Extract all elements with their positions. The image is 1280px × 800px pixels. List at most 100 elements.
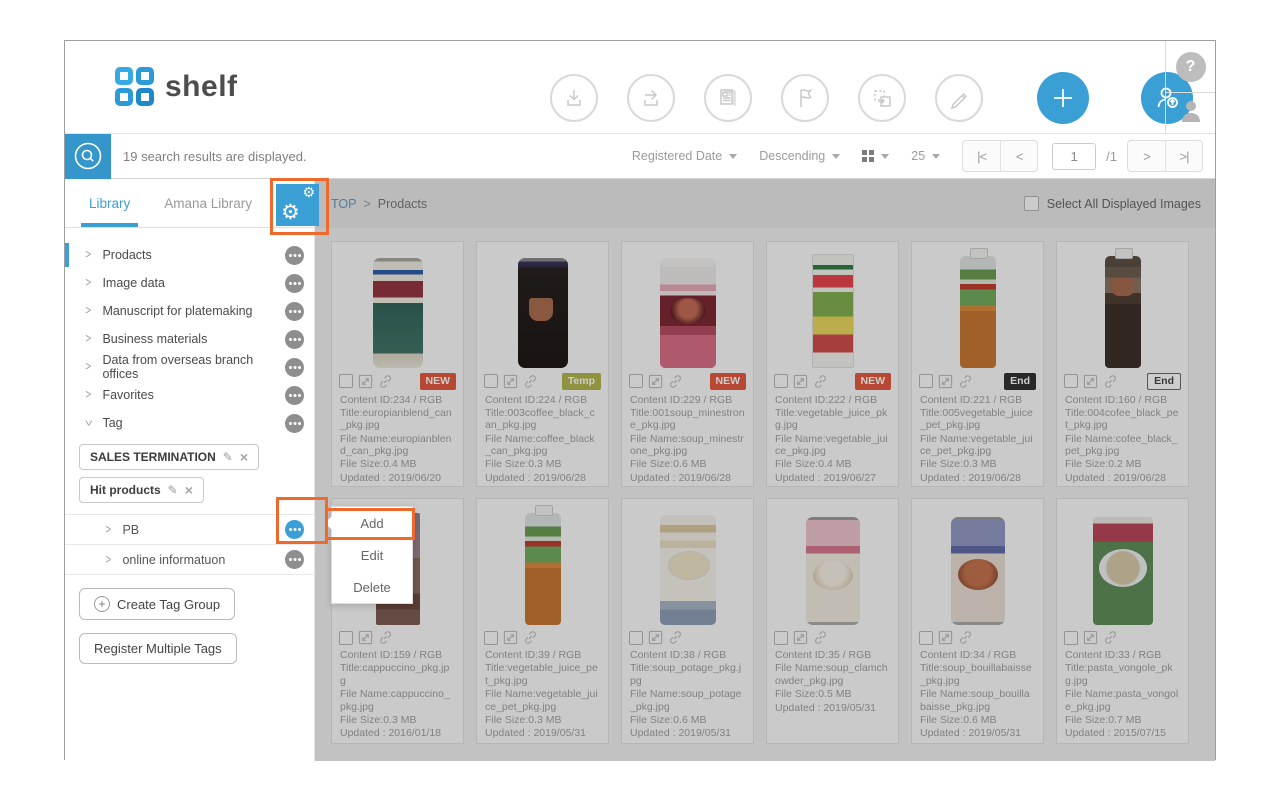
sidebar-tabs: Library Amana Library ⚙⚙	[65, 179, 314, 228]
create-tag-group-button[interactable]: + Create Tag Group	[79, 588, 235, 620]
chevron-right-icon: >	[85, 332, 91, 346]
sidebar: Library Amana Library ⚙⚙ > Prodacts	[65, 179, 315, 761]
logo-text: shelf	[165, 70, 238, 104]
remove-tag-icon[interactable]: ×	[240, 450, 248, 464]
dim-overlay	[315, 179, 1215, 761]
context-menu-item[interactable]: Delete	[332, 571, 412, 603]
context-menu-item[interactable]: Edit	[332, 539, 412, 571]
tag-chip[interactable]: Hit products ✎ ×	[79, 477, 204, 503]
results-count: 19 search results are displayed.	[123, 149, 307, 164]
sidebar-tab[interactable]: Amana Library	[164, 179, 252, 227]
chevron-down-icon: >	[81, 420, 95, 426]
sidebar-folder-item[interactable]: > Image data	[65, 269, 314, 297]
download-icon[interactable]	[550, 74, 598, 122]
sidebar-tab[interactable]: Library	[89, 179, 130, 227]
sort-order-dropdown[interactable]: Descending	[759, 149, 840, 163]
chevron-right-icon: >	[105, 552, 111, 566]
list-controls: Registered Date Descending 25 |< < /1 > …	[632, 140, 1215, 172]
header-toolbar	[550, 72, 1193, 124]
settings-gear-button[interactable]: ⚙⚙	[276, 184, 319, 226]
app-logo[interactable]: shelf	[115, 67, 238, 107]
sidebar-folder-item[interactable]: > Favorites	[65, 381, 314, 409]
edit-tag-icon[interactable]: ✎	[223, 450, 233, 464]
item-options-button[interactable]	[285, 358, 304, 377]
folder-label: Manuscript for platemaking	[102, 304, 252, 318]
sidebar-tag-group[interactable]: > Tag	[65, 409, 314, 437]
tag-chip-list: SALES TERMINATION ✎ × Hit products ✎ ×	[65, 437, 314, 514]
sort-field-dropdown[interactable]: Registered Date	[632, 149, 737, 163]
news-documents-icon[interactable]	[704, 74, 752, 122]
next-page-button[interactable]: >	[1128, 141, 1165, 171]
sidebar-folder-item[interactable]: > Business materials	[65, 325, 314, 353]
page-total: /1	[1106, 149, 1117, 164]
tag-options-button[interactable]	[285, 520, 304, 539]
item-options-button[interactable]	[285, 246, 304, 265]
export-icon[interactable]	[627, 74, 675, 122]
chevron-right-icon: >	[85, 248, 91, 262]
app-window: shelf	[64, 40, 1216, 760]
pagination: |< < /1 > >|	[962, 140, 1203, 172]
chevron-down-icon	[932, 154, 940, 163]
tag-subgroup-list: > PB > online informatuon	[65, 514, 314, 575]
context-menu-item[interactable]: Add	[332, 507, 412, 539]
folder-label: Prodacts	[102, 248, 151, 262]
grid-view-icon	[862, 150, 874, 162]
page: shelf	[0, 0, 1280, 800]
tag-options-button[interactable]	[285, 550, 304, 569]
view-mode-dropdown[interactable]	[862, 150, 889, 163]
tag-subgroup-label: online informatuon	[122, 553, 225, 567]
item-options-button[interactable]	[285, 330, 304, 349]
last-page-button[interactable]: >|	[1165, 141, 1202, 171]
chevron-right-icon: >	[85, 304, 91, 318]
tag-subgroup-label: PB	[122, 523, 139, 537]
chevron-down-icon	[729, 154, 737, 163]
tag-chip-label: Hit products	[90, 483, 161, 497]
edit-tag-icon[interactable]: ✎	[168, 483, 178, 497]
search-icon[interactable]	[65, 134, 111, 179]
content-area: TOP>Prodacts Select All Displayed Images	[315, 179, 1215, 761]
sidebar-folder-item[interactable]: > Data from overseas branch offices	[65, 353, 314, 381]
remove-tag-icon[interactable]: ×	[185, 483, 193, 497]
account-icon[interactable]	[1179, 98, 1203, 129]
item-options-button[interactable]	[285, 302, 304, 321]
add-button[interactable]	[1037, 72, 1089, 124]
page-size-dropdown[interactable]: 25	[911, 149, 940, 163]
register-multiple-tags-button[interactable]: Register Multiple Tags	[79, 633, 237, 664]
tag-chip[interactable]: SALES TERMINATION ✎ ×	[79, 444, 259, 470]
tag-group-label: Tag	[102, 416, 122, 430]
header-side-panel: ?	[1165, 41, 1215, 134]
chevron-right-icon: >	[85, 276, 91, 290]
item-options-button[interactable]	[285, 274, 304, 293]
chevron-right-icon: >	[85, 388, 91, 402]
tag-subgroup-row[interactable]: > PB	[65, 515, 314, 545]
prev-page-button[interactable]: <	[1000, 141, 1037, 171]
folder-label: Data from overseas branch offices	[102, 353, 285, 381]
plus-circle-icon: +	[94, 596, 110, 612]
menu-pointer-arrow	[325, 516, 332, 530]
page-number-input[interactable]	[1052, 143, 1096, 170]
sidebar-folder-item[interactable]: > Prodacts	[65, 241, 314, 269]
chevron-down-icon	[881, 154, 889, 163]
folder-label: Image data	[102, 276, 165, 290]
library-tree: > Prodacts > Image data > Manuscript for…	[65, 228, 314, 409]
edit-pencil-icon[interactable]	[935, 74, 983, 122]
flag-icon[interactable]	[781, 74, 829, 122]
help-button[interactable]: ?	[1176, 52, 1206, 82]
help-label: ?	[1186, 58, 1196, 76]
item-options-button[interactable]	[285, 386, 304, 405]
tag-subgroup-row[interactable]: > online informatuon	[65, 545, 314, 575]
gears-icon: ⚙⚙	[276, 184, 319, 226]
folder-label: Business materials	[102, 332, 207, 346]
duplicate-icon[interactable]	[858, 74, 906, 122]
context-menu: Add Edit Delete	[331, 506, 413, 604]
tag-group-options-button[interactable]	[285, 414, 304, 433]
shelf-logo-icon	[115, 67, 155, 107]
chevron-right-icon: >	[85, 360, 91, 374]
tag-chip-label: SALES TERMINATION	[90, 450, 216, 464]
sidebar-folder-item[interactable]: > Manuscript for platemaking	[65, 297, 314, 325]
folder-label: Favorites	[102, 388, 153, 402]
first-page-button[interactable]: |<	[963, 141, 1000, 171]
header: shelf	[65, 41, 1215, 134]
search-bar: 19 search results are displayed. Registe…	[65, 134, 1215, 179]
chevron-down-icon	[832, 154, 840, 163]
